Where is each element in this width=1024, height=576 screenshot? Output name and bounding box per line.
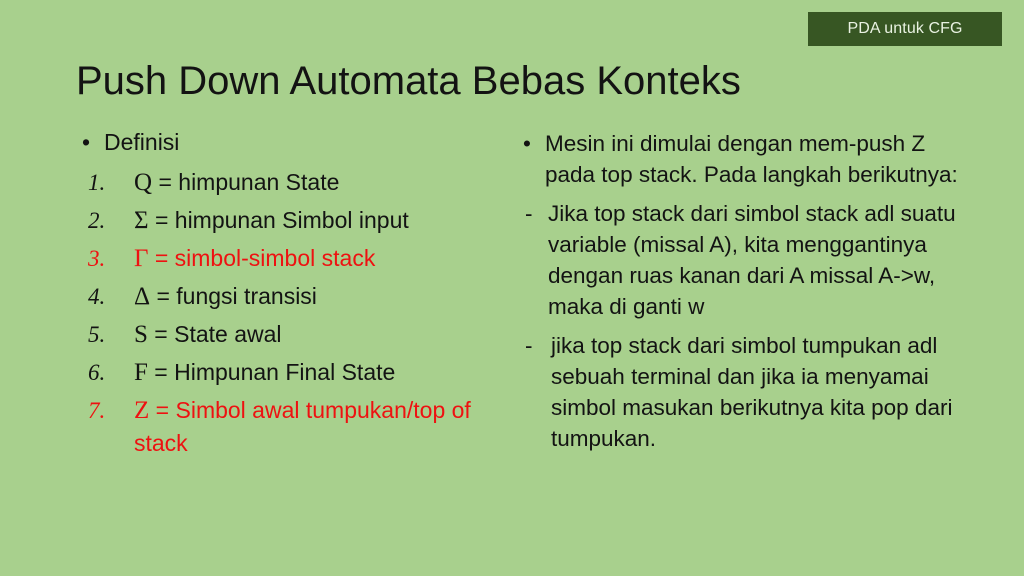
slide-canvas: PDA untuk CFG Push Down Automata Bebas K… xyxy=(0,0,1024,576)
definisi-label: Definisi xyxy=(104,129,180,155)
list-item: 2. Σ = himpunan Simbol input xyxy=(76,204,506,237)
list-item: 5. S = State awal xyxy=(76,318,506,351)
list-item-symbol: Γ xyxy=(134,245,149,272)
paragraph-text: jika top stack dari simbol tumpukan adl … xyxy=(551,333,953,451)
paragraph-text: Mesin ini dimulai dengan mem-push Z pada… xyxy=(545,131,958,187)
list-item-text: = Simbol awal tumpukan/top of stack xyxy=(134,397,471,456)
paragraph-text: Jika top stack dari simbol stack adl sua… xyxy=(548,201,956,319)
list-item: 7. Z = Simbol awal tumpukan/top of stack xyxy=(76,394,506,460)
page-title: Push Down Automata Bebas Konteks xyxy=(76,59,741,103)
list-item-text: = fungsi transisi xyxy=(156,283,317,309)
list-item: 6. F = Himpunan Final State xyxy=(76,356,506,389)
dash-marker-icon: - xyxy=(525,201,533,226)
list-item-symbol: Z xyxy=(134,397,150,424)
list-item-text: = Himpunan Final State xyxy=(154,359,396,385)
list-item: 3. Γ = simbol-simbol stack xyxy=(76,242,506,275)
list-item-text: = simbol-simbol stack xyxy=(154,245,376,271)
list-item-symbol: Σ xyxy=(134,207,149,234)
definisi-bullet-line: • Definisi xyxy=(76,126,506,159)
list-item-number: 7. xyxy=(88,398,106,423)
paragraph: - jika top stack dari simbol tumpukan ad… xyxy=(518,330,968,454)
list-item-symbol: Δ xyxy=(134,283,151,310)
list-item-number: 6. xyxy=(88,360,106,385)
list-item-text: = himpunan Simbol input xyxy=(154,207,409,233)
pda-untuk-cfg-badge: PDA untuk CFG xyxy=(808,12,1002,46)
list-item-number: 1. xyxy=(88,170,106,195)
list-item-number: 4. xyxy=(88,284,106,309)
right-content-column: • Mesin ini dimulai dengan mem-push Z pa… xyxy=(518,128,968,462)
list-item-text: = State awal xyxy=(154,321,282,347)
list-item-number: 5. xyxy=(88,322,106,347)
list-item: 1. Q = himpunan State xyxy=(76,166,506,199)
paragraph: • Mesin ini dimulai dengan mem-push Z pa… xyxy=(518,128,968,190)
bullet-dot-icon: • xyxy=(82,129,91,155)
definition-list: 1. Q = himpunan State 2. Σ = himpunan Si… xyxy=(76,166,506,460)
paragraph: - Jika top stack dari simbol stack adl s… xyxy=(518,198,968,322)
list-item-text: = himpunan State xyxy=(158,169,340,195)
bullet-dot-icon: • xyxy=(523,131,531,156)
badge-label: PDA untuk CFG xyxy=(847,20,963,37)
dash-marker-icon: - xyxy=(525,333,533,358)
list-item: 4. Δ = fungsi transisi xyxy=(76,280,506,313)
list-item-symbol: S xyxy=(134,321,148,348)
list-item-number: 3. xyxy=(88,246,106,271)
list-item-number: 2. xyxy=(88,208,106,233)
left-content-column: • Definisi 1. Q = himpunan State 2. Σ = … xyxy=(76,126,506,465)
list-item-symbol: F xyxy=(134,359,148,386)
list-item-symbol: Q xyxy=(134,169,153,196)
